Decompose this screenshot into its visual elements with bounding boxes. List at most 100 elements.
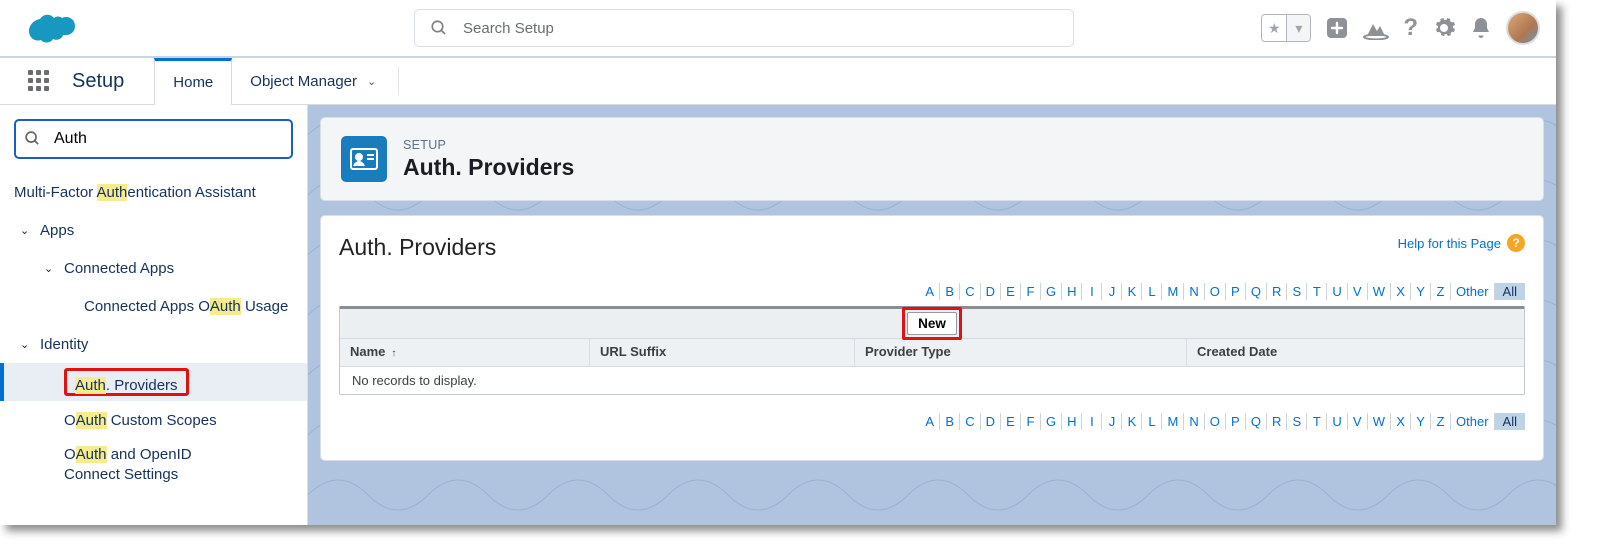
alpha-letter-Z[interactable]: Z bbox=[1431, 283, 1451, 300]
tree-item-connected-apps[interactable]: ⌄ Connected Apps bbox=[0, 249, 307, 287]
alpha-letter-N[interactable]: N bbox=[1184, 283, 1204, 300]
tree-item-oauth-custom-scopes[interactable]: OAuth Custom Scopes bbox=[0, 401, 307, 439]
tree-label: Identity bbox=[40, 336, 88, 353]
app-launcher-icon[interactable] bbox=[28, 70, 50, 92]
alpha-letter-B[interactable]: B bbox=[940, 283, 960, 300]
trailhead-icon[interactable] bbox=[1363, 16, 1389, 40]
alpha-letter-K[interactable]: K bbox=[1122, 283, 1142, 300]
alpha-letter-U[interactable]: U bbox=[1327, 413, 1347, 430]
tab-home[interactable]: Home bbox=[154, 58, 232, 105]
alpha-filter-bottom: ABCDEFGHIJKLMNOPQRSTUVWXYZOtherAll bbox=[339, 413, 1525, 430]
alpha-other[interactable]: Other bbox=[1451, 283, 1495, 300]
alpha-letter-D[interactable]: D bbox=[981, 283, 1001, 300]
alpha-all[interactable]: All bbox=[1495, 413, 1525, 430]
alpha-letter-X[interactable]: X bbox=[1391, 413, 1411, 430]
alpha-letter-W[interactable]: W bbox=[1368, 413, 1391, 430]
alpha-letter-U[interactable]: U bbox=[1327, 283, 1347, 300]
alpha-filter-top: ABCDEFGHIJKLMNOPQRSTUVWXYZOtherAll bbox=[339, 283, 1525, 300]
alpha-letter-N[interactable]: N bbox=[1184, 413, 1204, 430]
tree-search-input[interactable] bbox=[14, 119, 293, 159]
app-name: Setup bbox=[72, 70, 124, 93]
alpha-letter-R[interactable]: R bbox=[1267, 283, 1287, 300]
alpha-letter-C[interactable]: C bbox=[960, 413, 980, 430]
alpha-letter-A[interactable]: A bbox=[920, 283, 940, 300]
col-header-name[interactable]: Name↑ bbox=[340, 339, 590, 366]
search-icon bbox=[24, 130, 41, 150]
sort-asc-icon: ↑ bbox=[391, 348, 396, 359]
tree-label: Connected Apps OAuth Usage bbox=[84, 298, 288, 315]
alpha-letter-F[interactable]: F bbox=[1021, 283, 1041, 300]
alpha-letter-S[interactable]: S bbox=[1287, 413, 1307, 430]
tree-item-auth-providers[interactable]: Auth. Providers bbox=[0, 363, 307, 401]
alpha-letter-S[interactable]: S bbox=[1287, 283, 1307, 300]
alpha-letter-G[interactable]: G bbox=[1041, 283, 1062, 300]
grid-toolbar: New bbox=[340, 309, 1524, 339]
tree-label: Multi-Factor Authentication Assistant bbox=[14, 184, 256, 201]
tree-item-connected-apps-oauth-usage[interactable]: Connected Apps OAuth Usage bbox=[0, 287, 307, 325]
col-header-url-suffix[interactable]: URL Suffix bbox=[590, 339, 855, 366]
gear-icon[interactable] bbox=[1432, 16, 1456, 40]
col-header-provider-type[interactable]: Provider Type bbox=[855, 339, 1187, 366]
alpha-letter-B[interactable]: B bbox=[940, 413, 960, 430]
alpha-letter-W[interactable]: W bbox=[1368, 283, 1391, 300]
help-icon[interactable]: ? bbox=[1403, 14, 1418, 42]
alpha-letter-Q[interactable]: Q bbox=[1246, 413, 1267, 430]
alpha-letter-R[interactable]: R bbox=[1267, 413, 1287, 430]
bell-icon[interactable] bbox=[1470, 16, 1492, 40]
alpha-letter-L[interactable]: L bbox=[1142, 283, 1162, 300]
alpha-letter-Y[interactable]: Y bbox=[1411, 413, 1431, 430]
help-link[interactable]: Help for this Page ? bbox=[1398, 234, 1525, 252]
grid-empty-message: No records to display. bbox=[340, 367, 1524, 394]
help-icon: ? bbox=[1507, 234, 1525, 252]
alpha-letter-M[interactable]: M bbox=[1162, 413, 1184, 430]
alpha-letter-E[interactable]: E bbox=[1001, 413, 1021, 430]
page-header: SETUP Auth. Providers bbox=[320, 117, 1544, 201]
alpha-letter-J[interactable]: J bbox=[1102, 283, 1122, 300]
chevron-down-icon: ⌄ bbox=[20, 338, 34, 351]
alpha-letter-M[interactable]: M bbox=[1162, 283, 1184, 300]
alpha-letter-H[interactable]: H bbox=[1062, 413, 1082, 430]
alpha-letter-D[interactable]: D bbox=[981, 413, 1001, 430]
alpha-letter-T[interactable]: T bbox=[1307, 283, 1327, 300]
alpha-letter-E[interactable]: E bbox=[1001, 283, 1021, 300]
alpha-other[interactable]: Other bbox=[1451, 413, 1495, 430]
avatar[interactable] bbox=[1506, 11, 1540, 45]
col-header-created-date[interactable]: Created Date bbox=[1187, 339, 1524, 366]
plus-icon[interactable] bbox=[1325, 16, 1349, 40]
favorites-button[interactable]: ★ ▾ bbox=[1261, 14, 1311, 42]
records-grid: New Name↑ URL Suffix Provider Type Creat… bbox=[339, 306, 1525, 395]
global-search bbox=[414, 9, 1074, 47]
tree-item-identity[interactable]: ⌄ Identity bbox=[0, 325, 307, 363]
alpha-letter-G[interactable]: G bbox=[1041, 413, 1062, 430]
tab-object-manager[interactable]: Object Manager⌄ bbox=[232, 58, 394, 105]
alpha-letter-P[interactable]: P bbox=[1226, 413, 1246, 430]
alpha-letter-O[interactable]: O bbox=[1205, 413, 1226, 430]
alpha-letter-I[interactable]: I bbox=[1082, 413, 1102, 430]
alpha-letter-A[interactable]: A bbox=[920, 413, 940, 430]
id-card-icon bbox=[341, 136, 387, 182]
alpha-letter-V[interactable]: V bbox=[1348, 283, 1368, 300]
alpha-letter-K[interactable]: K bbox=[1122, 413, 1142, 430]
new-button[interactable]: New bbox=[907, 312, 957, 335]
alpha-letter-I[interactable]: I bbox=[1082, 283, 1102, 300]
alpha-letter-J[interactable]: J bbox=[1102, 413, 1122, 430]
separator bbox=[398, 67, 399, 95]
alpha-letter-L[interactable]: L bbox=[1142, 413, 1162, 430]
alpha-letter-C[interactable]: C bbox=[960, 283, 980, 300]
alpha-letter-F[interactable]: F bbox=[1021, 413, 1041, 430]
tree-item-apps[interactable]: ⌄ Apps bbox=[0, 211, 307, 249]
alpha-letter-Q[interactable]: Q bbox=[1246, 283, 1267, 300]
alpha-letter-X[interactable]: X bbox=[1391, 283, 1411, 300]
alpha-letter-Y[interactable]: Y bbox=[1411, 283, 1431, 300]
alpha-letter-O[interactable]: O bbox=[1205, 283, 1226, 300]
alpha-all[interactable]: All bbox=[1495, 283, 1525, 300]
global-search-input[interactable] bbox=[414, 9, 1074, 47]
alpha-letter-V[interactable]: V bbox=[1348, 413, 1368, 430]
alpha-letter-T[interactable]: T bbox=[1307, 413, 1327, 430]
alpha-letter-P[interactable]: P bbox=[1226, 283, 1246, 300]
list-title: Auth. Providers bbox=[339, 234, 496, 261]
tree-item-oauth-openid-settings[interactable]: OAuth and OpenID Connect Settings bbox=[0, 439, 250, 492]
alpha-letter-H[interactable]: H bbox=[1062, 283, 1082, 300]
tree-item-mfa-assistant[interactable]: Multi-Factor Authentication Assistant bbox=[0, 173, 307, 211]
alpha-letter-Z[interactable]: Z bbox=[1431, 413, 1451, 430]
